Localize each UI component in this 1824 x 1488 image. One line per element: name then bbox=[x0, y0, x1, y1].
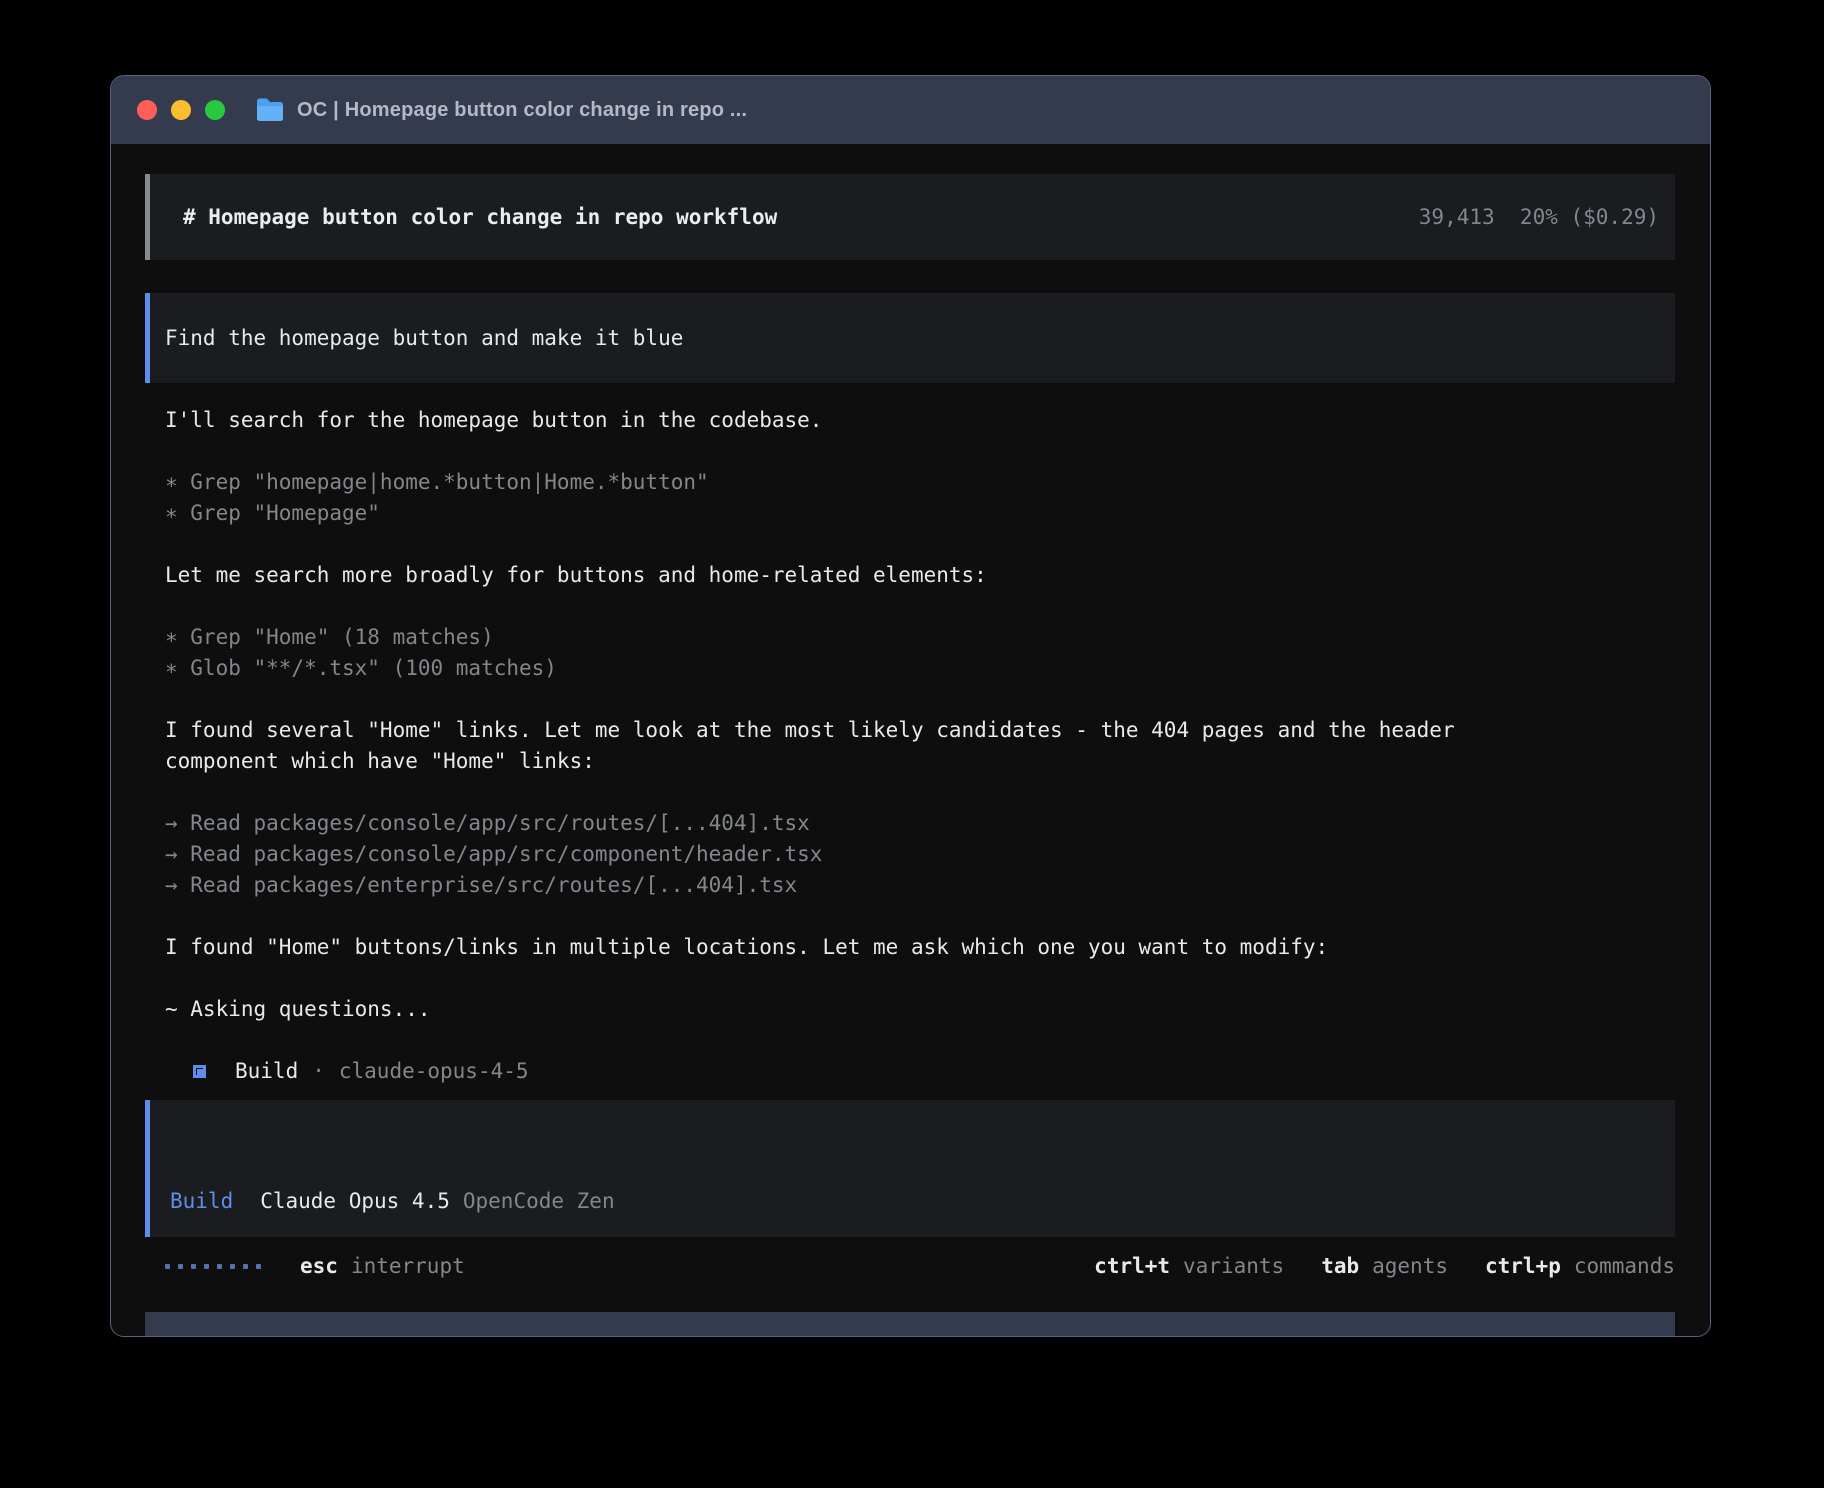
window-bottom-strip bbox=[145, 1312, 1675, 1336]
shortcut-label: agents bbox=[1372, 1251, 1448, 1282]
close-window-button[interactable] bbox=[137, 100, 157, 120]
model-name: Claude Opus 4.5 bbox=[260, 1186, 450, 1217]
token-usage-stats: 39,413 20% ($0.29) bbox=[1419, 202, 1659, 233]
assistant-text: I found "Home" buttons/links in multiple… bbox=[165, 932, 1463, 963]
tool-call-group: → Read packages/console/app/src/routes/[… bbox=[165, 808, 1463, 901]
terminal-window: OC | Homepage button color change in rep… bbox=[110, 75, 1711, 1337]
assistant-text: I found several "Home" links. Let me loo… bbox=[165, 715, 1463, 777]
folder-icon bbox=[255, 98, 285, 122]
user-message-text: Find the homepage button and make it blu… bbox=[165, 323, 683, 354]
agent-build-icon bbox=[193, 1065, 206, 1078]
shortcut-key: ctrl+t bbox=[1094, 1251, 1170, 1282]
shortcut-variants: ctrl+t variants bbox=[1094, 1251, 1284, 1282]
session-header: # Homepage button color change in repo w… bbox=[145, 174, 1675, 260]
assistant-text: I'll search for the homepage button in t… bbox=[165, 405, 1463, 436]
prompt-input[interactable]: Build Claude Opus 4.5 OpenCode Zen bbox=[145, 1100, 1675, 1237]
tool-call-read: → Read packages/enterprise/src/routes/[.… bbox=[165, 870, 1463, 901]
tool-call-grep: ∗ Grep "Homepage" bbox=[165, 498, 1463, 529]
agent-status-line: Build · claude-opus-4-5 bbox=[165, 1056, 1463, 1087]
shortcut-label: variants bbox=[1183, 1251, 1284, 1282]
agent-separator: · bbox=[312, 1056, 325, 1087]
status-left: esc interrupt bbox=[165, 1251, 465, 1282]
user-message: Find the homepage button and make it blu… bbox=[145, 293, 1675, 383]
shortcut-key: ctrl+p bbox=[1485, 1251, 1561, 1282]
tool-call-read: → Read packages/console/app/src/routes/[… bbox=[165, 808, 1463, 839]
shortcut-agents: tab agents bbox=[1321, 1251, 1448, 1282]
tool-call-grep: ∗ Grep "homepage|home.*button|Home.*butt… bbox=[165, 467, 1463, 498]
shortcut-label-interrupt: interrupt bbox=[351, 1251, 465, 1282]
tool-call-glob: ∗ Glob "**/*.tsx" (100 matches) bbox=[165, 653, 1463, 684]
tool-call-group: ∗ Grep "homepage|home.*button|Home.*butt… bbox=[165, 467, 1463, 529]
status-right: ctrl+t variants tab agents ctrl+p comman… bbox=[1057, 1251, 1675, 1282]
assistant-status-text: ~ Asking questions... bbox=[165, 994, 1463, 1025]
shortcut-key: tab bbox=[1321, 1251, 1359, 1282]
tool-call-read: → Read packages/console/app/src/componen… bbox=[165, 839, 1463, 870]
agent-name: Build bbox=[235, 1056, 298, 1087]
zoom-window-button[interactable] bbox=[205, 100, 225, 120]
status-bar: esc interrupt ctrl+t variants tab agents… bbox=[145, 1251, 1675, 1282]
shortcut-commands: ctrl+p commands bbox=[1485, 1251, 1675, 1282]
minimize-window-button[interactable] bbox=[171, 100, 191, 120]
mode-badge[interactable]: Build bbox=[170, 1186, 233, 1217]
agent-model: claude-opus-4-5 bbox=[339, 1056, 529, 1087]
shortcut-label: commands bbox=[1574, 1251, 1675, 1282]
input-footer: Build Claude Opus 4.5 OpenCode Zen bbox=[170, 1186, 615, 1217]
assistant-text: Let me search more broadly for buttons a… bbox=[165, 560, 1463, 591]
titlebar[interactable]: OC | Homepage button color change in rep… bbox=[111, 76, 1710, 144]
shortcut-key-esc: esc bbox=[300, 1251, 338, 1282]
spinner-icon bbox=[165, 1264, 269, 1269]
tool-call-group: ∗ Grep "Home" (18 matches) ∗ Glob "**/*.… bbox=[165, 622, 1463, 684]
tool-call-grep: ∗ Grep "Home" (18 matches) bbox=[165, 622, 1463, 653]
session-title: # Homepage button color change in repo w… bbox=[183, 202, 777, 233]
provider-name: OpenCode Zen bbox=[463, 1186, 615, 1217]
conversation: I'll search for the homepage button in t… bbox=[165, 405, 1463, 1087]
window-title: OC | Homepage button color change in rep… bbox=[297, 99, 747, 122]
terminal-content: # Homepage button color change in repo w… bbox=[111, 144, 1710, 1336]
